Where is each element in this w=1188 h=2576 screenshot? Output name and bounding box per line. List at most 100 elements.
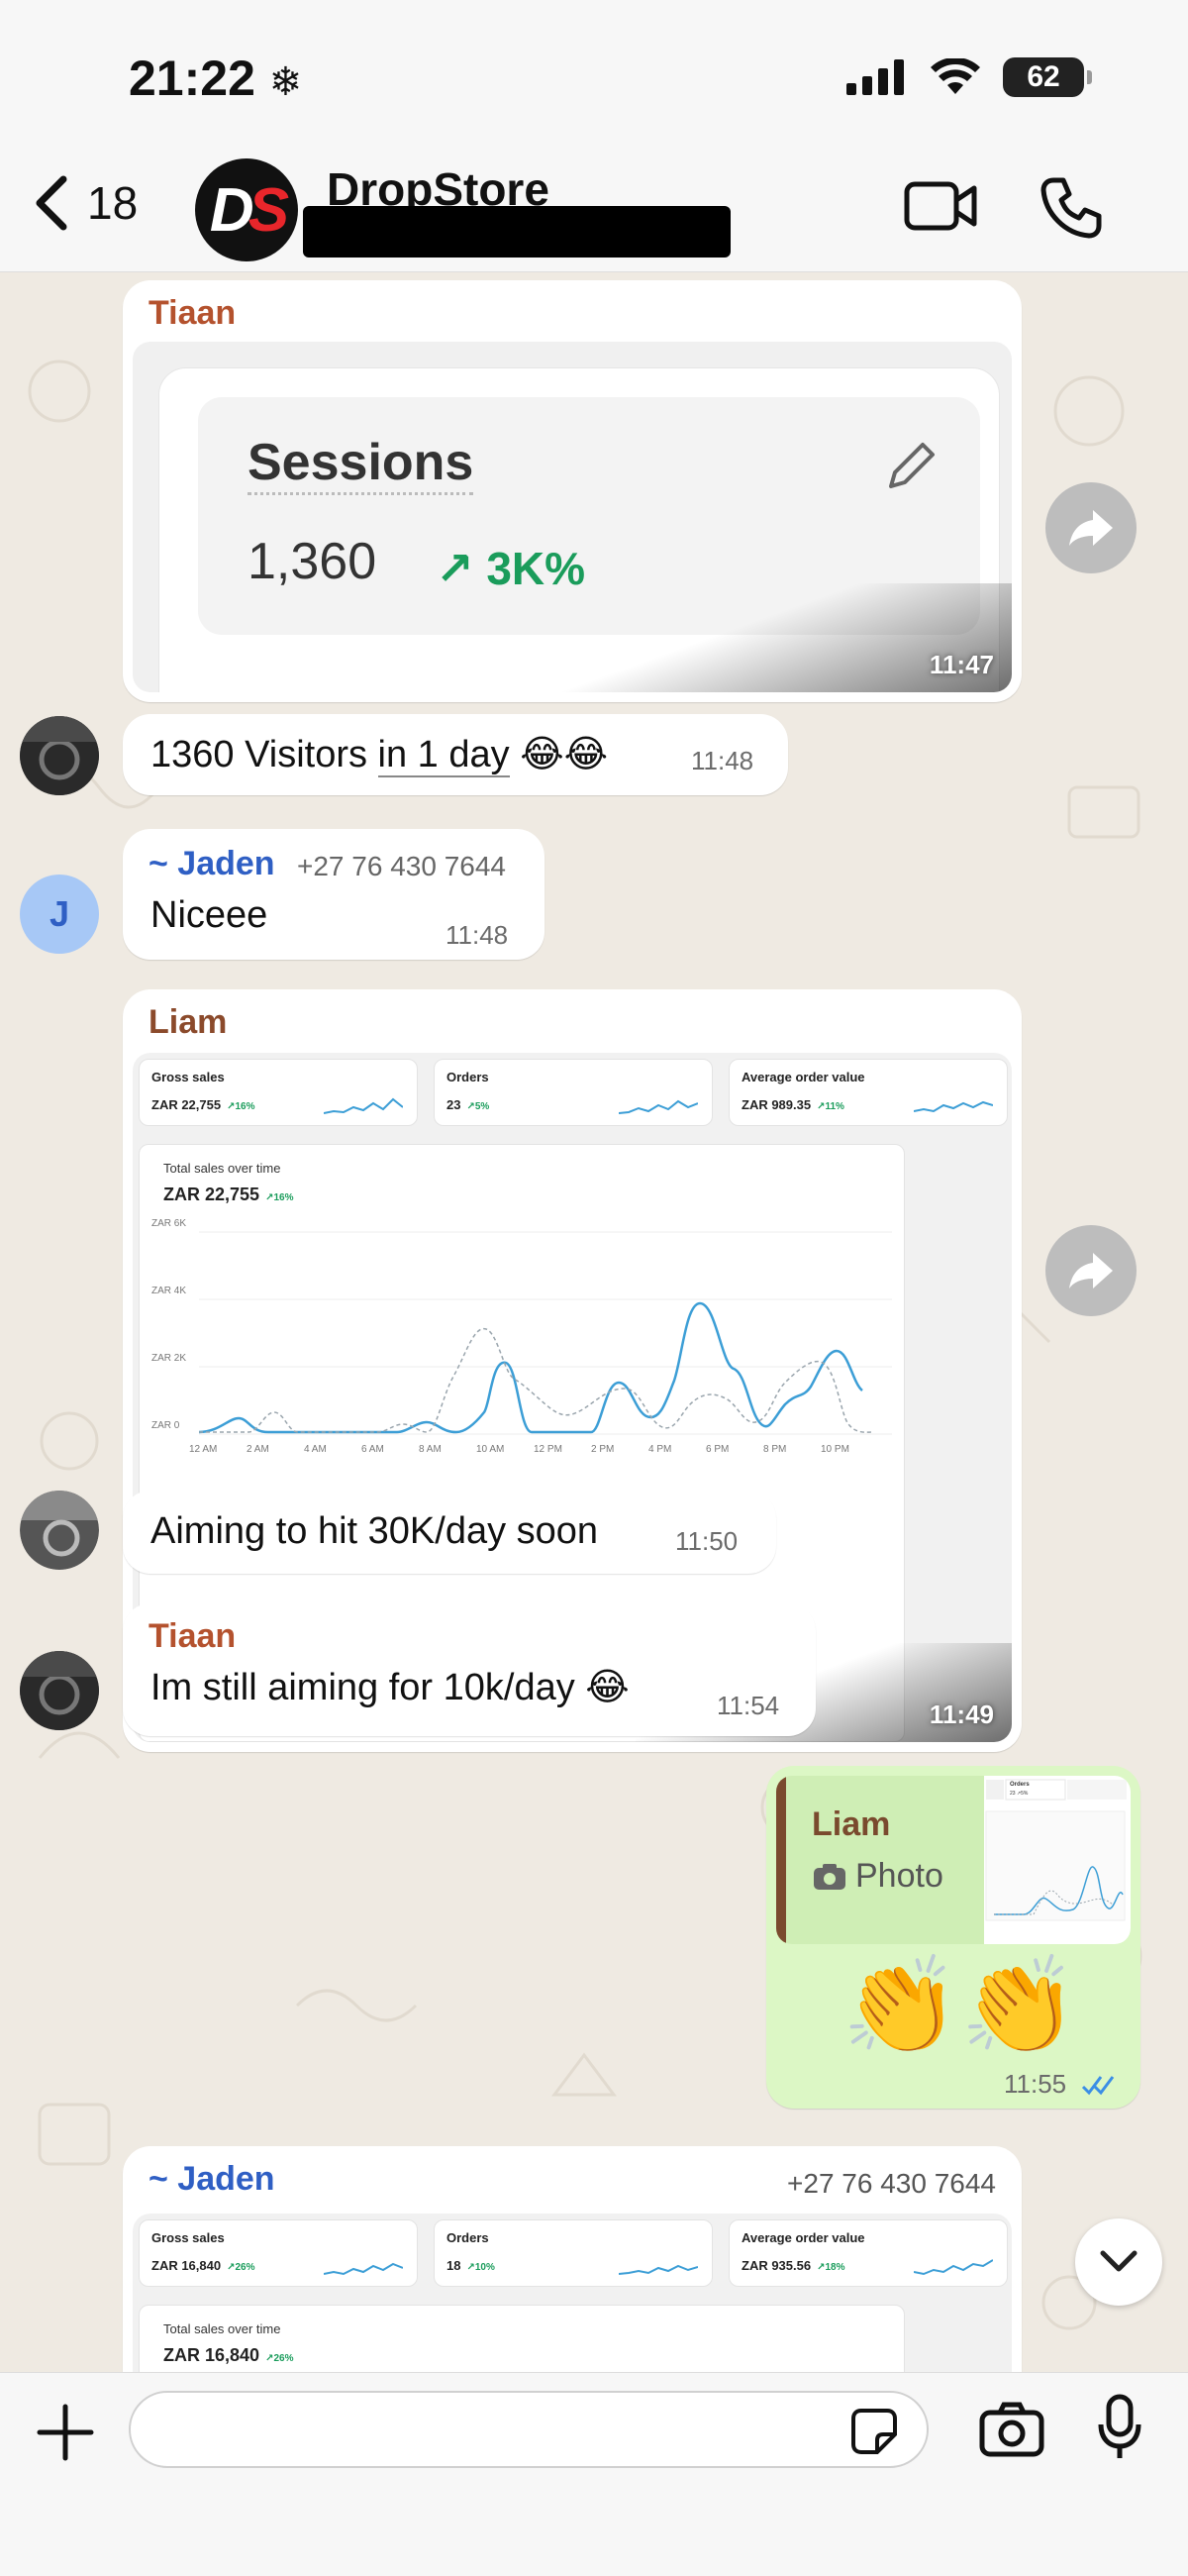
back-button[interactable]: 18	[32, 173, 138, 233]
message-bubble[interactable]: ~ Jaden +27 76 430 7644 Gross sales ZAR …	[123, 2146, 1022, 2372]
forward-icon	[1069, 1253, 1113, 1288]
message-time: 11:55	[1004, 2069, 1067, 2099]
kpi-card-orders: Orders 18 ↗10%	[434, 2219, 713, 2287]
series-current	[198, 1301, 863, 1434]
x-tick: 4 AM	[304, 1444, 327, 1455]
message-image[interactable]: Gross sales ZAR 16,840 ↗26% Orders 18 ↗10%…	[133, 2214, 1012, 2372]
member-avatar-j[interactable]: J	[20, 875, 99, 954]
sticker-button[interactable]	[847, 2405, 901, 2463]
signal-icon	[846, 59, 904, 95]
sessions-value: 1,360	[248, 533, 377, 590]
message-bubble[interactable]: ~ Jaden +27 76 430 7644 Niceee 11:48	[123, 829, 544, 960]
kpi-title: Gross sales	[151, 2230, 225, 2245]
x-tick: 2 AM	[247, 1444, 269, 1455]
kpi-card-gross-sales: Gross sales ZAR 16,840 ↗26%	[139, 2219, 418, 2287]
message-bubble[interactable]: Aiming to hit 30K/day soon 11:50	[123, 1491, 776, 1574]
kpi-title: Average order value	[742, 2230, 865, 2245]
member-avatar[interactable]	[20, 1651, 99, 1730]
sender-name[interactable]: ~ Jaden	[148, 845, 275, 883]
series-comparison	[199, 1328, 873, 1433]
message-time: 11:49	[929, 1700, 994, 1729]
message-text: 👏👏	[842, 1953, 1079, 2059]
kpi-card-average-order-value: Average order value ZAR 989.35 ↗11%	[729, 1059, 1008, 1126]
quoted-type: Photo	[812, 1857, 943, 1896]
x-tick: 10 PM	[821, 1444, 849, 1455]
kpi-value: 23 ↗5%	[446, 1097, 490, 1112]
camera-icon	[814, 1863, 845, 1890]
forward-button[interactable]	[1045, 482, 1137, 573]
kpi-value: ZAR 22,755 ↗16%	[151, 1097, 255, 1112]
kpi-value: ZAR 989.35 ↗11%	[742, 1097, 844, 1112]
attach-button[interactable]	[36, 2403, 95, 2467]
chart-value: ZAR 16,840 ↗26%	[163, 2345, 294, 2365]
message-time: 11:54	[717, 1691, 780, 1720]
message-bubble[interactable]: Tiaan Sessions 1,360 ↗ 3K% 11:47	[123, 280, 1022, 702]
snowflake-icon: ❄	[268, 60, 303, 104]
voice-call-button[interactable]	[1040, 176, 1103, 245]
camera-icon	[979, 2402, 1044, 2457]
kpi-title: Orders	[446, 2230, 489, 2245]
read-receipt-icon	[1081, 2076, 1115, 2096]
plus-icon	[37, 2404, 94, 2461]
outgoing-message-bubble[interactable]: Liam Photo Orders 23 ↗5% 👏👏 11:55	[766, 1766, 1140, 2109]
x-tick: 8 PM	[763, 1444, 786, 1455]
message-text: Niceee	[150, 894, 268, 936]
quoted-sender: Liam	[812, 1805, 891, 1843]
unread-count: 18	[87, 177, 139, 229]
quoted-message[interactable]: Liam Photo Orders 23 ↗5%	[776, 1776, 1131, 1944]
y-tick: ZAR 4K	[151, 1286, 186, 1296]
kpi-title: Orders	[446, 1070, 489, 1084]
message-input-bar	[0, 2372, 1188, 2576]
underlined-text[interactable]: in 1 day	[377, 734, 510, 777]
x-tick: 6 AM	[361, 1444, 384, 1455]
video-camera-icon	[904, 181, 977, 231]
message-bubble[interactable]: 1360 Visitors in 1 day 😂😂 11:48	[123, 714, 788, 795]
x-tick: 12 PM	[534, 1444, 562, 1455]
y-tick: ZAR 6K	[151, 1218, 186, 1229]
pencil-icon	[889, 443, 935, 488]
camera-button[interactable]	[978, 2399, 1045, 2463]
y-tick: ZAR 0	[151, 1420, 180, 1431]
avatar-letter-d: D	[209, 175, 254, 245]
message-text: Aiming to hit 30K/day soon	[150, 1510, 599, 1552]
y-tick: ZAR 2K	[151, 1353, 186, 1364]
sender-name: Tiaan	[148, 1617, 237, 1655]
kpi-value: ZAR 935.56 ↗18%	[742, 2258, 845, 2273]
x-tick: 10 AM	[476, 1444, 504, 1455]
kpi-value: ZAR 16,840 ↗26%	[151, 2258, 255, 2273]
video-call-button[interactable]	[903, 178, 978, 239]
scroll-to-bottom-button[interactable]	[1075, 2218, 1162, 2306]
chart-title: Total sales over time	[163, 2321, 281, 2336]
member-avatar[interactable]	[20, 716, 99, 795]
avatar-letter-s: S	[248, 175, 289, 245]
x-tick: 12 AM	[189, 1444, 217, 1455]
kpi-card-orders: Orders 23 ↗5%	[434, 1059, 713, 1126]
forward-button[interactable]	[1045, 1225, 1137, 1316]
thumbnail-kpi-value: 23 ↗5%	[1010, 1791, 1029, 1797]
chevron-left-icon	[36, 175, 67, 231]
kpi-value: 18 ↗10%	[446, 2258, 495, 2273]
chat-area[interactable]: Tiaan Sessions 1,360 ↗ 3K% 11:47 1360 Vi…	[0, 272, 1188, 2372]
kpi-title: Gross sales	[151, 1070, 225, 1084]
group-avatar[interactable]: DS	[195, 158, 298, 261]
sender-name: Liam	[148, 1003, 228, 1041]
message-input[interactable]	[129, 2391, 929, 2468]
sender-phone[interactable]: +27 76 430 7644	[297, 851, 506, 882]
sender-phone[interactable]: +27 76 430 7644	[787, 2168, 996, 2200]
message-image[interactable]: Sessions 1,360 ↗ 3K% 11:47	[133, 342, 1012, 692]
sender-name[interactable]: ~ Jaden	[148, 2160, 275, 2199]
message-time: 11:48	[446, 920, 509, 950]
member-avatar[interactable]	[20, 1491, 99, 1570]
message-text: Im still aiming for 10k/day 😂	[150, 1667, 630, 1708]
forward-icon	[1069, 510, 1113, 546]
sparkline	[914, 2259, 993, 2276]
status-icons: 62	[846, 57, 1092, 97]
sticker-icon	[851, 2409, 897, 2454]
message-bubble[interactable]: Tiaan Im still aiming for 10k/day 😂 11:5…	[123, 1603, 816, 1736]
sparkline	[619, 1099, 698, 1114]
chevron-down-icon	[1100, 2250, 1138, 2272]
chat-header: 18 DS DropStore	[0, 149, 1188, 272]
battery-indicator: 62	[1003, 57, 1092, 97]
microphone-icon	[1098, 2394, 1141, 2458]
voice-message-button[interactable]	[1095, 2393, 1144, 2467]
